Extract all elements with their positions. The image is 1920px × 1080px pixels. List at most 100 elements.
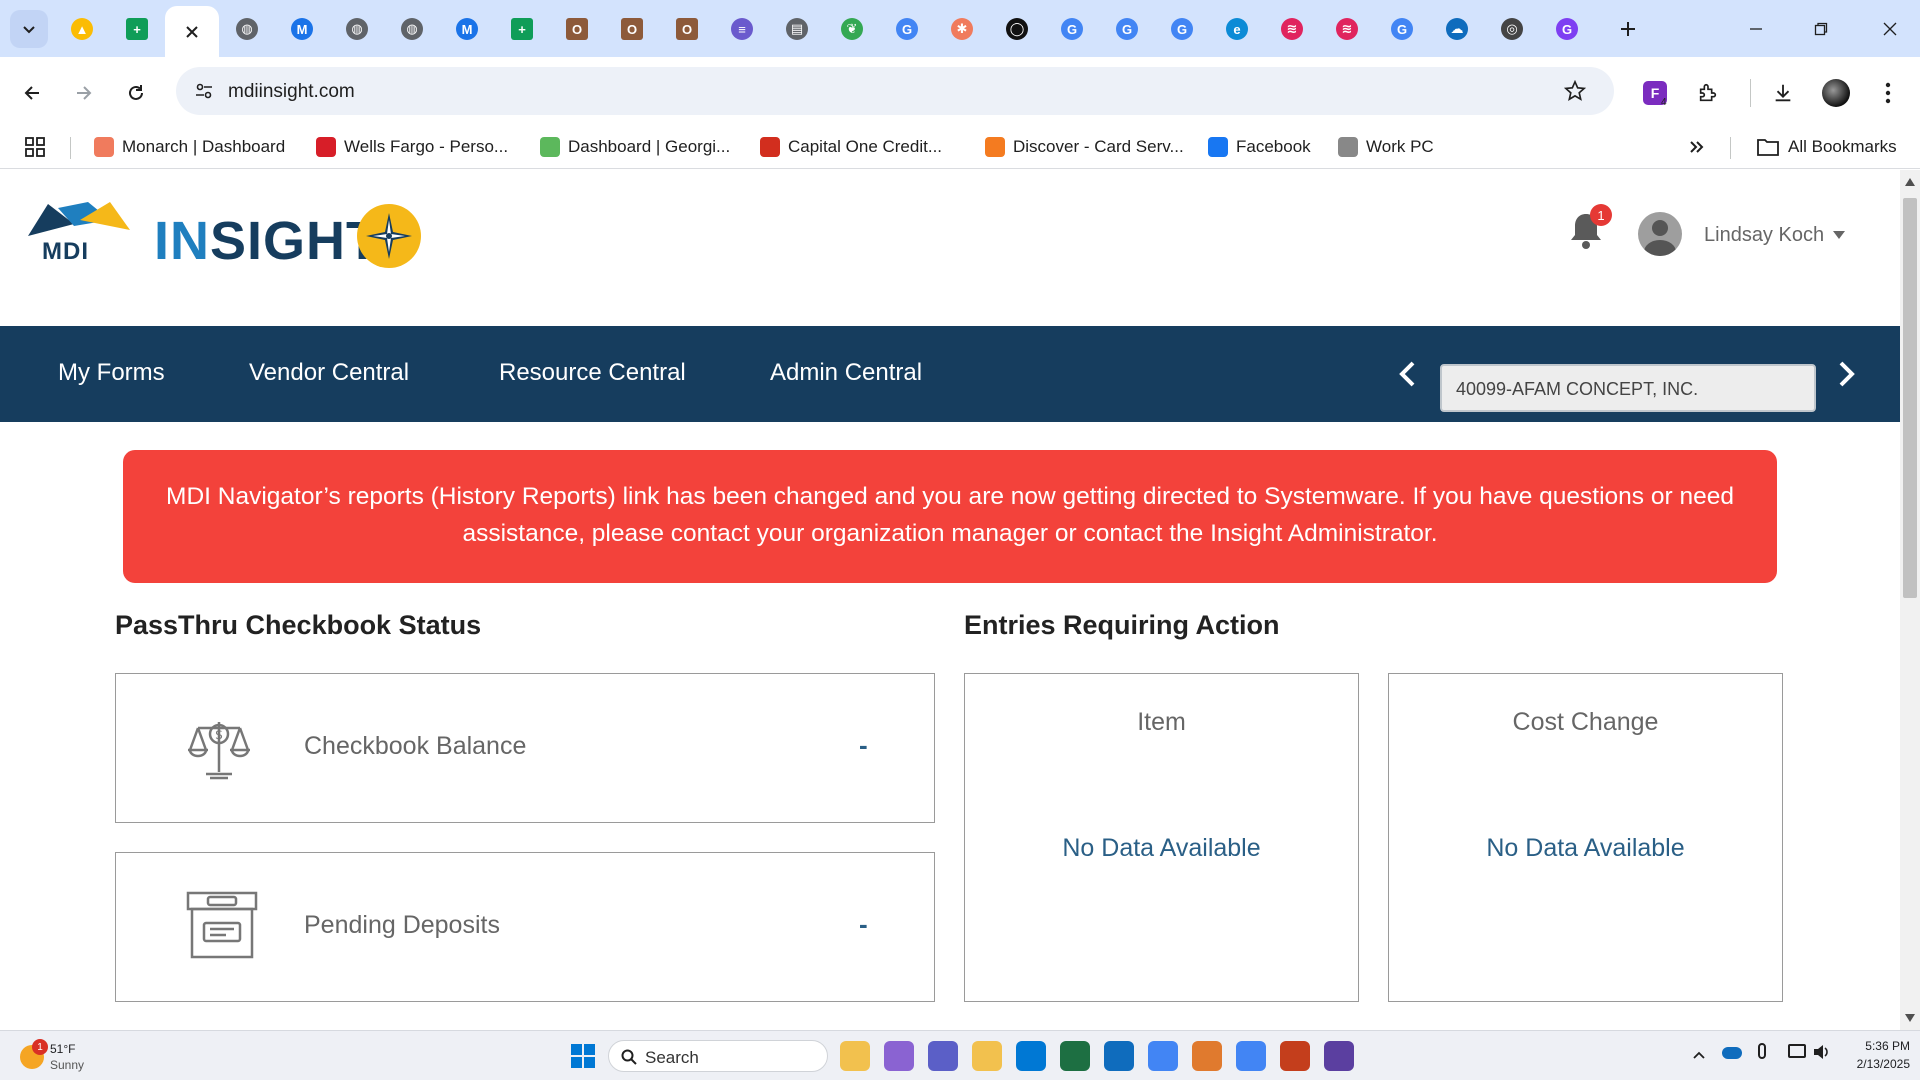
tab-6[interactable]: ◍ (388, 8, 436, 50)
tab-3[interactable]: ◍ (223, 8, 271, 50)
google-icon: G (896, 18, 918, 40)
chevron-up-icon (1693, 1051, 1705, 1059)
extension-app-button[interactable]: F 4 (1637, 75, 1673, 111)
browser-menu-button[interactable] (1870, 75, 1906, 111)
tray-overflow-button[interactable] (1692, 1047, 1706, 1065)
tab-8[interactable]: + (498, 8, 546, 50)
apps-button[interactable] (24, 133, 46, 161)
tab-27[interactable]: G (1543, 8, 1591, 50)
user-menu[interactable]: Lindsay Koch (1638, 212, 1878, 258)
tab-4[interactable]: M (278, 8, 326, 50)
page-scrollbar[interactable] (1900, 170, 1920, 1030)
cost-change-card[interactable]: Cost Change No Data Available (1388, 673, 1783, 1002)
opc-icon: O (676, 18, 698, 40)
bookmark-label: Work PC (1366, 137, 1434, 156)
bookmark-monarch-dashboard[interactable]: Monarch | Dashboard (94, 133, 285, 161)
taskbar-file-explorer-icon[interactable] (840, 1041, 870, 1071)
network-tray-icon[interactable] (1788, 1044, 1806, 1058)
vendor-prev-button[interactable] (1396, 360, 1422, 390)
nav-my-forms[interactable]: My Forms (58, 359, 165, 387)
doc-icon: ▤ (786, 18, 808, 40)
back-button[interactable] (14, 75, 50, 111)
volume-tray-icon[interactable] (1812, 1044, 1830, 1065)
tab-0[interactable]: ▲ (58, 8, 106, 50)
nav-vendor-central[interactable]: Vendor Central (249, 359, 409, 387)
taskbar-excel-icon[interactable] (1060, 1041, 1090, 1071)
tab-23[interactable]: ≋ (1323, 8, 1371, 50)
taskbar-chrome-icon[interactable] (1148, 1041, 1178, 1071)
checkbook-balance-card[interactable]: $ Checkbook Balance - (115, 673, 935, 823)
reload-button[interactable] (118, 75, 154, 111)
microphone-tray-icon[interactable] (1758, 1043, 1766, 1059)
all-bookmarks-button[interactable]: All Bookmarks (1756, 133, 1897, 161)
tab-18[interactable]: G (1048, 8, 1096, 50)
onedrive-tray-icon[interactable] (1722, 1047, 1742, 1059)
restore-button[interactable] (1793, 0, 1848, 57)
taskbar-chrome-icon[interactable] (1236, 1041, 1266, 1071)
more-bookmarks-button[interactable] (1688, 133, 1706, 161)
tab-14[interactable]: ❦ (828, 8, 876, 50)
new-tab-button[interactable] (1604, 8, 1652, 50)
item-entries-card[interactable]: Item No Data Available (964, 673, 1359, 1002)
tab-22[interactable]: ≋ (1268, 8, 1316, 50)
pending-deposits-label: Pending Deposits (304, 911, 500, 939)
nav-resource-central[interactable]: Resource Central (499, 359, 686, 387)
bookmark-wells-fargo-perso[interactable]: Wells Fargo - Perso... (316, 133, 508, 161)
tab-active[interactable] (165, 6, 219, 57)
tab-13[interactable]: ▤ (773, 8, 821, 50)
tab-21[interactable]: e (1213, 8, 1261, 50)
profile-button[interactable] (1818, 75, 1854, 111)
downloads-button[interactable] (1765, 75, 1801, 111)
forward-button[interactable] (66, 75, 102, 111)
tab-1[interactable]: + (113, 8, 161, 50)
start-button[interactable] (570, 1043, 596, 1069)
extensions-button[interactable] (1690, 75, 1726, 111)
tab-15[interactable]: G (883, 8, 931, 50)
notifications-button[interactable]: 1 (1568, 204, 1612, 250)
taskbar-copilot-icon[interactable] (884, 1041, 914, 1071)
taskbar-app-purple-icon[interactable] (1324, 1041, 1354, 1071)
tab-5[interactable]: ◍ (333, 8, 381, 50)
scroll-thumb[interactable] (1903, 198, 1917, 598)
pending-deposits-card[interactable]: Pending Deposits - (115, 852, 935, 1002)
tab-17[interactable]: ◯ (993, 8, 1041, 50)
tab-search-button[interactable] (10, 10, 48, 48)
url-text[interactable]: mdiinsight.com (228, 81, 355, 103)
taskbar-outlook-icon[interactable] (1104, 1041, 1134, 1071)
taskbar-store-icon[interactable] (1016, 1041, 1046, 1071)
tab-7[interactable]: M (443, 8, 491, 50)
clock[interactable]: 5:36 PM 2/13/2025 (1830, 1037, 1910, 1073)
bookmark-discover-card-serv[interactable]: Discover - Card Serv... (985, 133, 1184, 161)
close-window-button[interactable] (1862, 0, 1917, 57)
bookmark-dashboard-georgi[interactable]: Dashboard | Georgi... (540, 133, 730, 161)
m-blue-icon: M (456, 18, 478, 40)
bookmark-facebook[interactable]: Facebook (1208, 133, 1311, 161)
nav-admin-central[interactable]: Admin Central (770, 359, 922, 387)
taskbar-app-icon[interactable] (1192, 1041, 1222, 1071)
tab-19[interactable]: G (1103, 8, 1151, 50)
tab-10[interactable]: O (608, 8, 656, 50)
tab-25[interactable]: ☁ (1433, 8, 1481, 50)
tab-12[interactable]: ≡ (718, 8, 766, 50)
taskbar-powerpoint-icon[interactable] (1280, 1041, 1310, 1071)
tab-9[interactable]: O (553, 8, 601, 50)
vendor-selector[interactable]: 40099-AFAM CONCEPT, INC. (1440, 364, 1816, 412)
svg-text:$: $ (215, 728, 223, 743)
taskbar-search[interactable]: Search (608, 1040, 828, 1072)
bookmark-work-pc[interactable]: Work PC (1338, 133, 1434, 161)
minimize-button[interactable] (1728, 0, 1783, 57)
tab-11[interactable]: O (663, 8, 711, 50)
bookmark-capital-one-credit[interactable]: Capital One Credit... (760, 133, 942, 161)
mdi-logo[interactable]: MDI (28, 200, 134, 266)
site-info-icon (196, 83, 212, 99)
weather-widget[interactable]: 1 51°F Sunny (18, 1039, 128, 1075)
globe-icon: ◍ (346, 18, 368, 40)
address-bar[interactable]: mdiinsight.com (176, 67, 1614, 115)
tab-20[interactable]: G (1158, 8, 1206, 50)
tab-26[interactable]: ◎ (1488, 8, 1536, 50)
taskbar-folder-icon[interactable] (972, 1041, 1002, 1071)
tab-24[interactable]: G (1378, 8, 1426, 50)
taskbar-teams-icon[interactable] (928, 1041, 958, 1071)
vendor-next-button[interactable] (1836, 360, 1862, 390)
tab-16[interactable]: ✱ (938, 8, 986, 50)
